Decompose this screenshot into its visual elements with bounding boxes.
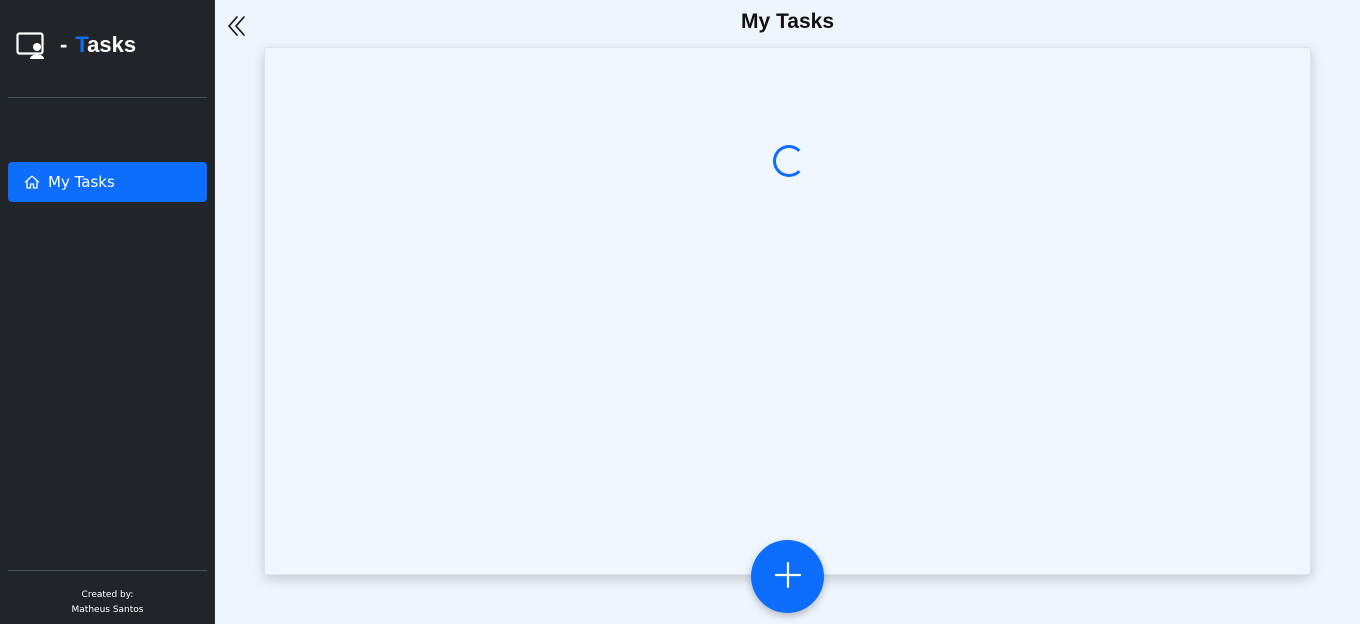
tasks-panel bbox=[264, 47, 1311, 575]
page-title: My Tasks bbox=[741, 10, 834, 33]
credits: Created by: Matheus Santos bbox=[0, 588, 215, 618]
sidebar-divider-bottom bbox=[8, 570, 207, 571]
plus-icon bbox=[774, 561, 802, 593]
brand-title-accent: T bbox=[75, 32, 88, 57]
person-video-icon bbox=[16, 30, 46, 60]
collapse-sidebar-button[interactable] bbox=[226, 14, 248, 38]
brand[interactable]: - Tasks bbox=[16, 30, 136, 60]
brand-title-rest: asks bbox=[87, 32, 137, 57]
sidebar-divider-top bbox=[8, 97, 207, 98]
house-icon bbox=[24, 174, 40, 190]
chevron-double-left-icon bbox=[226, 16, 248, 42]
loading-spinner bbox=[773, 145, 805, 177]
sidebar-item-my-tasks[interactable]: My Tasks bbox=[8, 162, 207, 202]
brand-title: Tasks bbox=[75, 32, 136, 58]
brand-separator: - bbox=[60, 32, 68, 57]
credits-author: Matheus Santos bbox=[71, 605, 144, 615]
sidebar-item-label: My Tasks bbox=[48, 173, 115, 191]
credits-label: Created by: bbox=[81, 590, 134, 600]
sidebar: - Tasks My Tasks Created by: Matheus San… bbox=[0, 0, 215, 624]
add-task-button[interactable] bbox=[751, 540, 824, 613]
